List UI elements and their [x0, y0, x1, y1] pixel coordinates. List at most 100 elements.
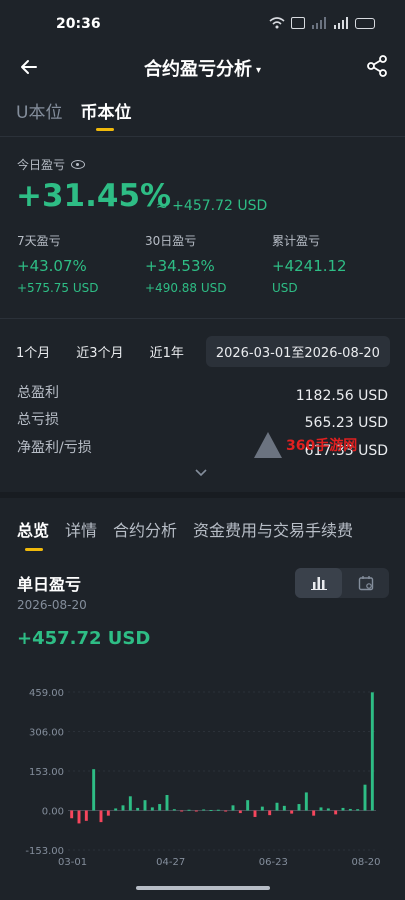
chart-bar[interactable] [143, 800, 147, 811]
chart-bar[interactable] [290, 810, 294, 814]
page-title[interactable]: 合约盈亏分析 ▾ [0, 55, 405, 81]
chart-y-tick-label: 153.00 [29, 767, 64, 778]
daily-pnl-chart: 459.00 306.00 153.00 0.00 -153.0003-01 04-27 0… [25, 688, 380, 868]
stat-30d: 30日盈亏 +34.53% +490.88 USD [145, 232, 227, 295]
summary-label: 总盈利 [17, 385, 59, 401]
stat-percent: +34.53% [145, 257, 215, 275]
today-pnl-label: 今日盈亏 [17, 156, 86, 173]
chart-bar[interactable] [260, 806, 264, 811]
chart-bar[interactable] [356, 809, 360, 811]
chart-bar[interactable] [106, 810, 110, 816]
chart-bar[interactable] [209, 809, 213, 811]
chart-bar[interactable] [150, 807, 154, 811]
chart-bar[interactable] [304, 792, 308, 811]
range-1m-button[interactable]: 1个月 [16, 342, 50, 361]
chart-bar[interactable] [341, 807, 345, 811]
wifi-icon [269, 17, 285, 29]
chart-bar[interactable] [297, 804, 301, 811]
home-indicator [136, 886, 270, 890]
chart-bar[interactable] [326, 808, 330, 811]
page-title-text: 合约盈亏分析 [143, 59, 252, 80]
summary-value: 565.23 USD [304, 415, 388, 431]
stat-usd: +490.88 USD [145, 281, 227, 295]
date-range-button[interactable]: 2026-03-01至2026-08-20 [205, 336, 390, 367]
chart-bar[interactable] [253, 810, 257, 817]
range-3m-button[interactable]: 近3个月 [76, 342, 123, 361]
chart-bar[interactable] [282, 805, 286, 811]
chart-bar[interactable] [114, 808, 118, 811]
range-1y-button[interactable]: 近1年 [150, 342, 184, 361]
chart-bar[interactable] [172, 809, 176, 811]
chart-bar[interactable] [312, 810, 316, 816]
chart-bar[interactable] [136, 807, 140, 811]
chart-bar[interactable] [77, 810, 81, 824]
chart-bar[interactable] [158, 804, 162, 811]
chevron-down-icon[interactable] [194, 466, 208, 480]
divider [0, 318, 405, 319]
eye-icon[interactable] [71, 160, 86, 169]
chart-bar[interactable] [319, 807, 323, 811]
calendar-icon [358, 576, 373, 591]
chart-x-tick-label: 04-27 [156, 857, 185, 868]
chart-x-tick-label: 03-01 [58, 857, 87, 868]
summary-label: 净盈利/亏损 [17, 440, 92, 456]
chart-bar[interactable] [84, 810, 88, 821]
chart-x-tick-label: 08-20 [351, 857, 380, 868]
chart-bar[interactable] [363, 784, 367, 811]
chart-bar[interactable] [334, 810, 338, 815]
chart-bar[interactable] [268, 810, 272, 816]
chart-bar[interactable] [202, 809, 206, 811]
chart-bar[interactable] [224, 810, 228, 812]
chart-y-tick-label: 306.00 [29, 728, 64, 739]
chart-bar[interactable] [99, 810, 103, 823]
unit-tabs: U本位 币本位 [16, 98, 131, 131]
summary-value: 1182.56 USD [295, 388, 388, 404]
stat-label: 累计盈亏 [272, 234, 321, 248]
chart-bar[interactable] [128, 796, 132, 811]
bar-chart-view-button[interactable] [295, 568, 342, 598]
stat-percent: +43.07% [17, 257, 87, 275]
watermark-logo-icon [254, 432, 282, 458]
chart-bar[interactable] [121, 805, 125, 811]
today-pnl-percent: +31.45% [16, 178, 172, 214]
stat-label: 7天盈亏 [17, 234, 61, 248]
summary-row: 总盈利 1182.56 USD [17, 382, 388, 404]
caret-down-icon: ▾ [255, 64, 262, 76]
share-icon[interactable] [365, 54, 389, 78]
divider [0, 136, 405, 137]
calendar-view-button[interactable] [342, 568, 389, 598]
status-time: 20:36 [56, 16, 101, 32]
chart-bar[interactable] [238, 810, 242, 814]
summary-row: 总亏损 565.23 USD [17, 409, 388, 431]
chart-bar[interactable] [165, 795, 169, 811]
bar-chart-icon [310, 577, 327, 590]
chart-bar[interactable] [231, 805, 235, 811]
status-bar: 20:36 [0, 0, 405, 48]
chart-bar[interactable] [275, 802, 279, 811]
chart-bar[interactable] [370, 692, 374, 811]
tab-fees[interactable]: 资金费用与交易手续费 [193, 517, 353, 551]
chart-bar[interactable] [348, 808, 352, 811]
chart-bar[interactable] [246, 800, 250, 811]
daily-pnl-value: +457.72 USD [17, 628, 151, 649]
tab-details[interactable]: 详情 [65, 517, 97, 551]
section-divider [0, 492, 405, 498]
chart-bar[interactable] [180, 810, 184, 812]
nav-bar: 合约盈亏分析 ▾ [0, 48, 405, 86]
tab-u-margin[interactable]: U本位 [16, 98, 62, 131]
chart-bar[interactable] [216, 809, 220, 811]
section-tabs: 总览 详情 合约分析 资金费用与交易手续费 [17, 517, 353, 551]
tab-contract-analysis[interactable]: 合约分析 [113, 517, 177, 551]
range-selector: 1个月 近3个月 近1年 2026-03-01至2026-08-20 [16, 336, 390, 367]
chart-bar[interactable] [70, 810, 74, 819]
tab-overview[interactable]: 总览 [17, 517, 49, 551]
chart-bar[interactable] [194, 810, 198, 812]
watermark: 360手游网 [254, 432, 357, 458]
chart-bar[interactable] [92, 769, 96, 811]
daily-pnl-date: 2026-08-20 [17, 598, 87, 612]
chart-bar[interactable] [187, 809, 191, 811]
daily-pnl-title: 单日盈亏 [17, 575, 82, 594]
signal-icon [312, 17, 326, 29]
tab-coin-margin[interactable]: 币本位 [80, 98, 131, 131]
today-pnl-label-text: 今日盈亏 [17, 158, 66, 172]
